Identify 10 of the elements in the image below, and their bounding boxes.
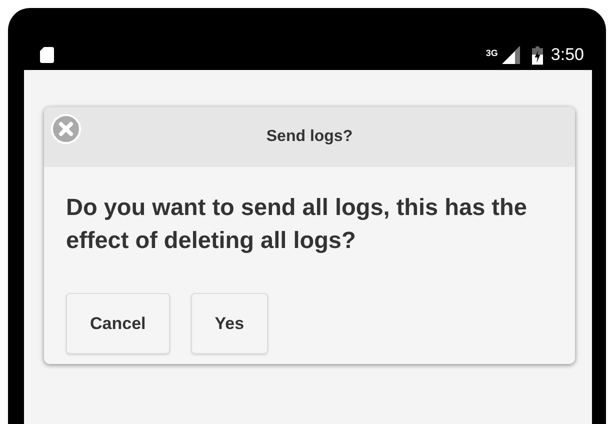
dialog-button[interactable]: Cancel [66,293,170,354]
close-icon[interactable] [50,113,82,145]
signal-icon [502,46,520,64]
dialog-message: Do you want to send all logs, this has the effect of deleting all logs? [66,193,528,255]
dialog-button[interactable]: Yes [190,293,268,354]
battery-charging-icon [532,46,543,64]
dialog-title: Send logs? [266,128,353,146]
sd-card-icon [40,47,54,63]
network-type-label: 3G [486,48,498,58]
clock-time: 3:50 [550,45,584,65]
